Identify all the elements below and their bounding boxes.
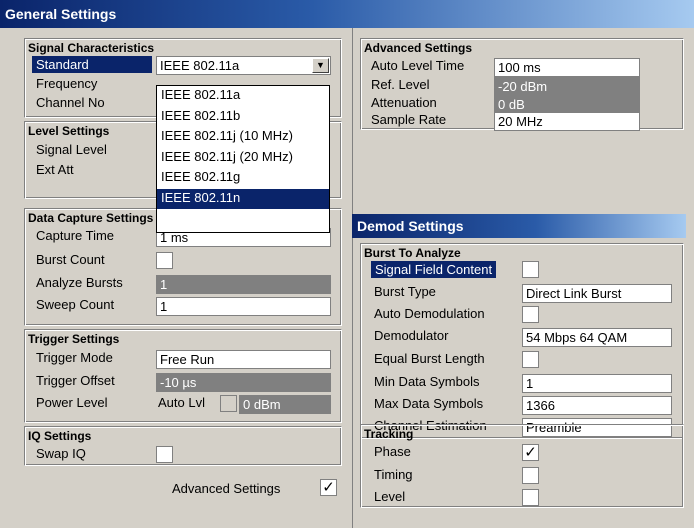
dropdown-option[interactable]: IEEE 802.11j (20 MHz) bbox=[157, 148, 329, 169]
analyze-bursts-label: Analyze Bursts bbox=[36, 275, 123, 290]
auto-demod-label: Auto Demodulation bbox=[374, 306, 485, 321]
trigger-heading: Trigger Settings bbox=[28, 332, 120, 346]
demod-title: Demod Settings bbox=[352, 214, 686, 238]
signal-heading: Signal Characteristics bbox=[28, 41, 155, 55]
trigger-offset-label: Trigger Offset bbox=[36, 373, 115, 388]
burst-type-field[interactable]: Direct Link Burst bbox=[522, 284, 672, 303]
trigger-mode-field[interactable]: Free Run bbox=[156, 350, 331, 369]
ref-level-field[interactable]: -20 dBm bbox=[494, 77, 640, 96]
auto-level-time-field[interactable]: 100 ms bbox=[494, 58, 640, 77]
dropdown-option[interactable]: IEEE 802.11a bbox=[157, 86, 329, 107]
dropdown-option-selected[interactable]: IEEE 802.11n bbox=[157, 188, 329, 209]
standard-combobox[interactable]: IEEE 802.11a ▼ bbox=[156, 56, 331, 75]
phase-checkbox[interactable]: ✓ bbox=[522, 444, 539, 461]
advanced-settings-group: Advanced Settings Auto Level Time 100 ms… bbox=[360, 38, 684, 131]
settings-panel: Signal Characteristics Standard IEEE 802… bbox=[0, 28, 694, 528]
auto-level-time-label: Auto Level Time bbox=[371, 58, 465, 73]
timing-label: Timing bbox=[374, 467, 413, 482]
attenuation-label: Attenuation bbox=[371, 95, 437, 110]
trigger-settings-group: Trigger Settings Trigger Mode Free Run T… bbox=[24, 329, 342, 423]
demod-panel-divider bbox=[352, 28, 353, 528]
chevron-down-icon[interactable]: ▼ bbox=[312, 58, 329, 73]
iq-heading: IQ Settings bbox=[28, 429, 92, 443]
dropdown-option[interactable]: IEEE 802.11b bbox=[157, 107, 329, 128]
level-heading: Level Settings bbox=[28, 124, 110, 138]
window-title: General Settings bbox=[0, 0, 694, 28]
burst-count-label: Burst Count bbox=[36, 252, 105, 267]
signal-level-label: Signal Level bbox=[36, 142, 107, 157]
auto-level-label: Auto Lvl bbox=[158, 395, 205, 410]
capture-time-label: Capture Time bbox=[36, 228, 115, 243]
frequency-label: Frequency bbox=[36, 76, 98, 91]
burst-count-checkbox[interactable] bbox=[156, 252, 173, 269]
analyze-bursts-field[interactable]: 1 bbox=[156, 275, 331, 294]
power-level-field[interactable]: 0 dBm bbox=[239, 395, 331, 414]
demodulator-field[interactable]: 54 Mbps 64 QAM bbox=[522, 328, 672, 347]
sample-rate-field[interactable]: 20 MHz bbox=[494, 112, 640, 131]
demodulator-label: Demodulator bbox=[374, 328, 449, 343]
sweep-count-field[interactable]: 1 bbox=[156, 297, 331, 316]
ext-att-label: Ext Att bbox=[36, 162, 74, 177]
equal-burst-checkbox[interactable] bbox=[522, 351, 539, 368]
iq-settings-group: IQ Settings Swap IQ bbox=[24, 426, 342, 466]
burst-to-analyze-group: Burst To Analyze Signal Field Content Bu… bbox=[360, 243, 684, 439]
burst-type-label: Burst Type bbox=[374, 284, 436, 299]
signal-field-checkbox[interactable] bbox=[522, 261, 539, 278]
auto-level-checkbox[interactable] bbox=[220, 395, 237, 412]
advanced-heading: Advanced Settings bbox=[364, 41, 473, 55]
max-symbols-field[interactable]: 1366 bbox=[522, 396, 672, 415]
standard-label[interactable]: Standard bbox=[32, 56, 152, 73]
standard-value: IEEE 802.11a bbox=[160, 58, 240, 73]
capture-heading: Data Capture Settings bbox=[28, 211, 154, 225]
advanced-settings-checkbox[interactable]: ✓ bbox=[320, 479, 337, 496]
trigger-offset-field[interactable]: -10 µs bbox=[156, 373, 331, 392]
min-symbols-field[interactable]: 1 bbox=[522, 374, 672, 393]
burst-heading: Burst To Analyze bbox=[364, 246, 461, 260]
ref-level-label: Ref. Level bbox=[371, 77, 430, 92]
min-symbols-label: Min Data Symbols bbox=[374, 374, 480, 389]
max-symbols-label: Max Data Symbols bbox=[374, 396, 484, 411]
auto-demod-checkbox[interactable] bbox=[522, 306, 539, 323]
channel-label: Channel No bbox=[36, 95, 105, 110]
equal-burst-label: Equal Burst Length bbox=[374, 351, 485, 366]
dropdown-option[interactable]: IEEE 802.11j (10 MHz) bbox=[157, 127, 329, 148]
level-label: Level bbox=[374, 489, 406, 504]
tracking-heading: Tracking bbox=[364, 427, 414, 441]
advanced-settings-toggle-label: Advanced Settings bbox=[172, 481, 281, 496]
swap-iq-label: Swap IQ bbox=[36, 446, 86, 461]
trigger-mode-label: Trigger Mode bbox=[36, 350, 113, 365]
level-checkbox[interactable] bbox=[522, 489, 539, 506]
standard-dropdown-list[interactable]: IEEE 802.11a IEEE 802.11b IEEE 802.11j (… bbox=[156, 85, 330, 233]
timing-checkbox[interactable] bbox=[522, 467, 539, 484]
tracking-group: Tracking Phase ✓ Timing Level bbox=[360, 424, 684, 508]
phase-label: Phase bbox=[374, 444, 411, 459]
dropdown-option[interactable]: IEEE 802.11g bbox=[157, 168, 329, 189]
sample-rate-label: Sample Rate bbox=[371, 112, 447, 127]
sweep-count-label: Sweep Count bbox=[36, 297, 115, 312]
signal-field-label[interactable]: Signal Field Content bbox=[371, 261, 497, 278]
swap-iq-checkbox[interactable] bbox=[156, 446, 173, 463]
power-level-label: Power Level bbox=[36, 395, 108, 410]
